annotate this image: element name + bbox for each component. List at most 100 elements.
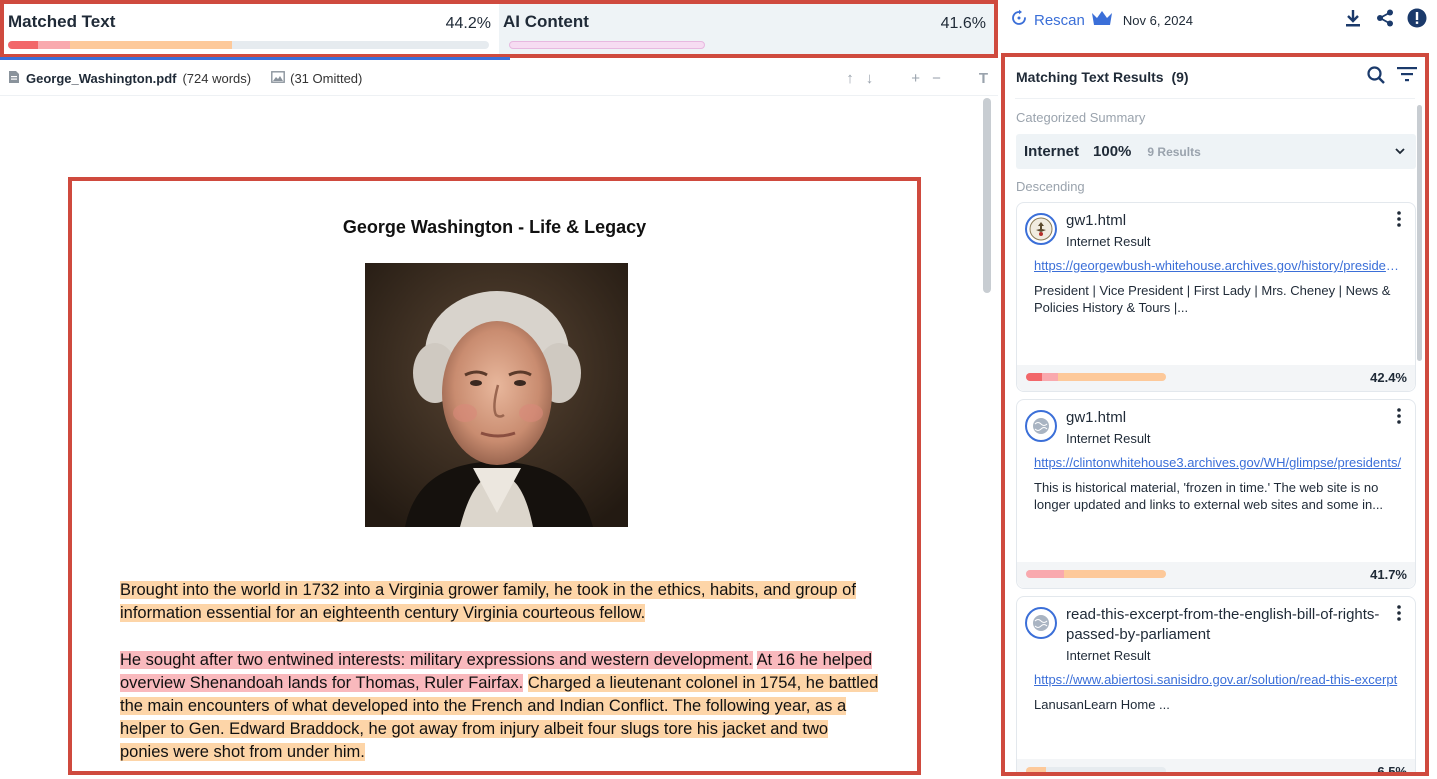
zoom-in-icon[interactable]: +	[911, 70, 920, 87]
share-icon[interactable]	[1375, 8, 1395, 28]
result-match-bar	[1026, 767, 1166, 772]
portrait-image	[365, 263, 628, 527]
result-url[interactable]: https://clintonwhitehouse3.archives.gov/…	[1034, 455, 1404, 470]
result-match-bar	[1026, 373, 1166, 381]
result-type: Internet Result	[1066, 648, 1151, 663]
header-actions	[1343, 8, 1427, 28]
matched-bar-orange	[70, 41, 232, 49]
report-header: Rescan Nov 6, 2024	[1002, 0, 1437, 40]
document-title: George Washington - Life & Legacy	[342, 217, 647, 237]
seal-icon	[1025, 213, 1057, 245]
result-card[interactable]: gw1.html Internet Result https://georgew…	[1016, 202, 1416, 392]
result-title: read-this-excerpt-from-the-english-bill-…	[1066, 606, 1380, 643]
bar-red	[1026, 373, 1042, 381]
match-highlight-pink[interactable]: He sought after two entwined interests: …	[120, 651, 753, 669]
download-icon[interactable]	[1343, 8, 1363, 28]
document-tools: ↑ ↓ + − T	[846, 70, 988, 87]
image-icon	[271, 71, 286, 86]
more-vertical-icon[interactable]	[1397, 605, 1405, 625]
omitted-count: (31 Omitted)	[290, 71, 363, 86]
bar-pink	[1026, 570, 1064, 578]
result-percent: 6.5%	[1377, 764, 1407, 776]
rescan-label: Rescan	[1034, 11, 1085, 29]
bar-orange	[1026, 767, 1046, 772]
result-score-bar: 41.7%	[1017, 562, 1415, 588]
alert-icon[interactable]	[1407, 8, 1427, 28]
ai-content-bar	[503, 41, 984, 49]
match-highlight-orange[interactable]: Brought into the world in 1732 into a Vi…	[120, 581, 856, 622]
result-type: Internet Result	[1066, 234, 1151, 249]
bar-orange	[1058, 373, 1166, 381]
results-title: Matching Text Results (9)	[1016, 69, 1189, 85]
result-description: LanusanLearn Home ...	[1034, 697, 1170, 712]
result-url[interactable]: https://georgewbush-whitehouse.archives.…	[1034, 258, 1404, 273]
ai-content-percent: 41.6%	[940, 15, 986, 32]
result-description: This is historical material, 'frozen in …	[1034, 480, 1384, 512]
result-percent: 41.7%	[1370, 567, 1407, 582]
result-type: Internet Result	[1066, 431, 1151, 446]
category-result-count: 9 Results	[1147, 144, 1201, 159]
zoom-out-icon[interactable]: −	[932, 70, 941, 87]
divider	[1015, 98, 1415, 99]
bar-pink	[1042, 373, 1058, 381]
document-paragraph-1: Brought into the world in 1732 into a Vi…	[120, 579, 880, 625]
matched-bar-red	[8, 41, 38, 49]
result-card[interactable]: gw1.html Internet Result https://clinton…	[1016, 399, 1416, 589]
ai-bar-fill	[509, 41, 705, 49]
bar-orange	[1064, 570, 1166, 578]
sort-order-label: Descending	[1016, 179, 1085, 194]
result-score-bar: 42.4%	[1017, 365, 1415, 391]
active-tab-indicator	[0, 57, 510, 60]
results-count: (9)	[1171, 69, 1189, 85]
tab-ai-content[interactable]: AI Content 41.6%	[499, 4, 994, 54]
categorized-summary-label: Categorized Summary	[1016, 110, 1146, 125]
tool-spacer	[885, 70, 899, 87]
document-page: George Washington - Life & Legacy Brough…	[68, 177, 921, 775]
globe-icon	[1025, 410, 1057, 442]
category-name: Internet	[1024, 143, 1080, 160]
result-card[interactable]: read-this-excerpt-from-the-english-bill-…	[1016, 596, 1416, 776]
result-match-bar	[1026, 570, 1166, 578]
report-date: Nov 6, 2024	[1122, 12, 1193, 28]
search-icon[interactable]	[1367, 66, 1385, 89]
refresh-icon	[1010, 9, 1028, 31]
tab-matched-text[interactable]: Matched Text 44.2%	[4, 4, 499, 54]
text-size-icon[interactable]: T	[979, 70, 988, 87]
matching-results-panel: Matching Text Results (9) Categorized Su…	[1001, 53, 1429, 776]
result-url[interactable]: https://www.abiertosi.sanisidro.gov.ar/s…	[1034, 672, 1404, 687]
score-tabs: Matched Text 44.2% AI Content 41.6%	[0, 0, 998, 58]
matched-bar-pink	[38, 41, 70, 49]
matched-text-bar	[8, 41, 489, 49]
chevron-down-icon[interactable]	[1394, 144, 1406, 162]
result-title: gw1.html	[1066, 212, 1127, 229]
globe-icon	[1025, 607, 1057, 639]
document-paragraph-2: He sought after two entwined interests: …	[120, 649, 880, 764]
category-percent: 100%	[1093, 143, 1132, 160]
app-root: Matched Text 44.2% AI Content 41.6% Resc…	[0, 0, 1437, 779]
tab-ai-content-label: AI Content	[503, 12, 589, 31]
results-actions	[1367, 66, 1417, 89]
rescan-button[interactable]: Rescan	[1010, 9, 1085, 31]
results-scrollbar[interactable]	[1417, 105, 1422, 361]
result-score-bar: 6.5%	[1017, 759, 1415, 776]
file-info-bar: George_Washington.pdf (724 words) (31 Om…	[0, 62, 998, 96]
file-name: George_Washington.pdf	[26, 71, 177, 86]
more-vertical-icon[interactable]	[1397, 211, 1405, 231]
word-count: (724 words)	[182, 71, 252, 86]
viewer-scrollbar[interactable]	[983, 98, 991, 293]
omitted-toggle[interactable]: (31 Omitted)	[271, 71, 362, 86]
filter-icon[interactable]	[1397, 66, 1417, 89]
tab-matched-text-label: Matched Text	[8, 12, 116, 31]
file-icon	[8, 70, 20, 87]
result-description: President | Vice President | First Lady …	[1034, 283, 1391, 315]
arrow-down-icon[interactable]: ↓	[866, 70, 874, 87]
result-percent: 42.4%	[1370, 370, 1407, 385]
more-vertical-icon[interactable]	[1397, 408, 1405, 428]
category-internet[interactable]: Internet 100% 9 Results	[1016, 134, 1416, 169]
tool-spacer	[953, 70, 967, 87]
results-title-text: Matching Text Results	[1016, 69, 1164, 85]
arrow-up-icon[interactable]: ↑	[846, 70, 854, 87]
result-title: gw1.html	[1066, 409, 1127, 426]
crown-icon	[1091, 10, 1113, 31]
matched-text-percent: 44.2%	[445, 15, 491, 32]
